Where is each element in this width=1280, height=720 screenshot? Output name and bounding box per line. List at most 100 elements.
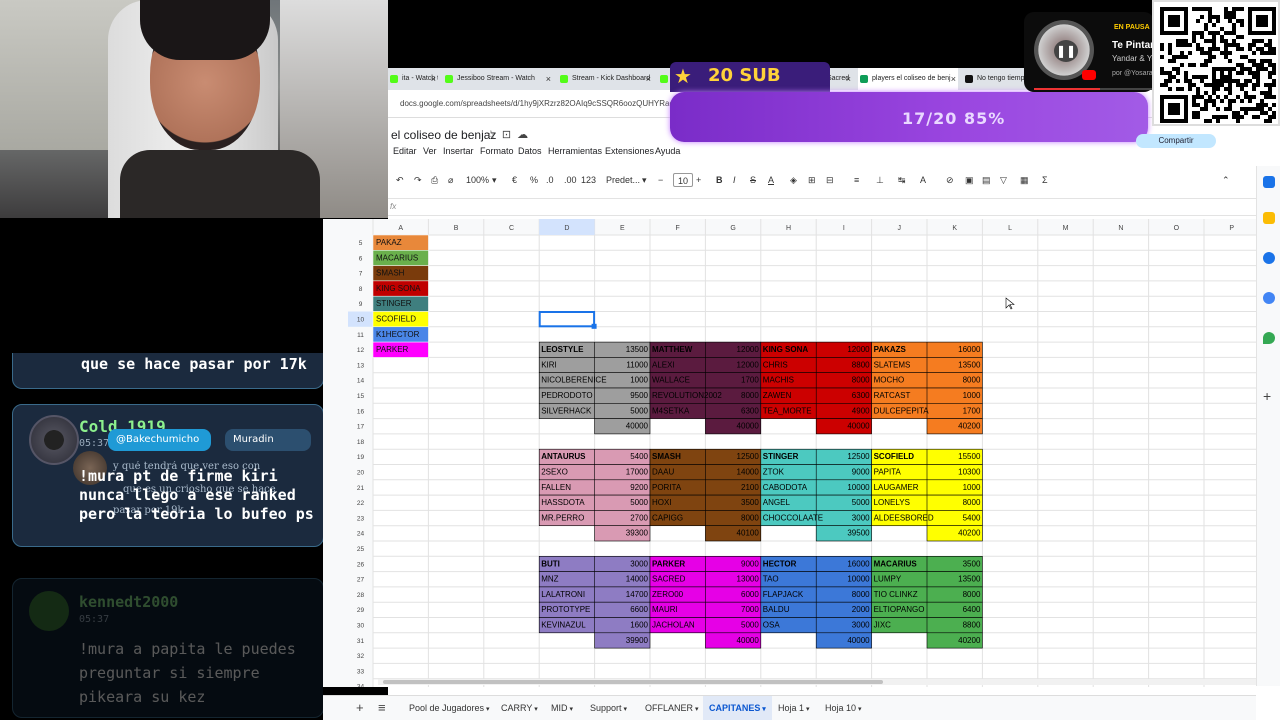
menu-datos[interactable]: Datos [518, 146, 542, 156]
move-icon[interactable]: ⊡ [502, 129, 517, 141]
text-color-icon[interactable]: A [768, 173, 774, 187]
scrollbar-thumb[interactable] [383, 680, 883, 684]
browser-tab[interactable]: Jessiboo Stream - Watch × [443, 68, 553, 90]
comment-icon[interactable]: ▣ [965, 173, 974, 187]
functions-icon[interactable]: Σ [1042, 173, 1048, 187]
team-value: 15500 [958, 452, 981, 461]
paint-format-icon[interactable]: ⌀ [448, 173, 453, 187]
close-icon[interactable]: × [646, 68, 651, 90]
team-value: 2100 [741, 483, 759, 492]
column-header: O [1174, 225, 1180, 232]
qr-module [1220, 79, 1224, 83]
sheet-tab[interactable]: CARRY ▾ [495, 696, 544, 720]
tasks-icon[interactable] [1263, 252, 1275, 264]
fill-handle[interactable] [591, 323, 597, 329]
undo-icon[interactable]: ↶ [396, 173, 404, 187]
qr-module [1204, 103, 1208, 107]
close-icon[interactable]: × [546, 68, 551, 90]
close-icon[interactable]: × [846, 68, 851, 90]
views-icon[interactable]: ▦ [1020, 173, 1029, 187]
team-captain: PAKAZS [874, 345, 907, 354]
sheet-tab[interactable]: MID ▾ [545, 696, 579, 720]
strikethrough-icon[interactable]: S [750, 173, 756, 187]
zoom-select[interactable]: 100% [466, 173, 489, 187]
chevron-down-icon[interactable]: ▾ [856, 706, 862, 713]
italic-icon[interactable]: I [733, 173, 736, 187]
fill-color-icon[interactable]: ◈ [790, 173, 797, 187]
browser-tab[interactable]: Stream - Kick Dashboard × [558, 68, 653, 90]
font-select[interactable]: Predet... [606, 173, 640, 187]
team-total: 40000 [847, 422, 870, 431]
menu-ayuda[interactable]: Ayuda [655, 146, 680, 156]
minus-icon[interactable]: − [658, 173, 663, 187]
share-button[interactable]: Compartir [1136, 134, 1216, 148]
redo-icon[interactable]: ↷ [414, 173, 422, 187]
font-size-input[interactable]: 10 [673, 173, 694, 187]
close-icon[interactable]: × [431, 68, 436, 90]
close-icon[interactable]: × [951, 68, 956, 90]
valign-icon[interactable]: ⊥ [876, 173, 884, 187]
qr-module [1260, 107, 1264, 111]
all-sheets-icon[interactable]: ≡ [378, 700, 386, 715]
qr-module [1216, 95, 1220, 99]
number-format-button[interactable]: 123 [581, 173, 596, 187]
sheet-tab[interactable]: Hoja 10 ▾ [819, 696, 868, 720]
menu-herramientas[interactable]: Herramientas [548, 146, 602, 156]
chevron-down-icon[interactable]: ▾ [532, 706, 538, 713]
chevron-up-icon[interactable]: ⌃ [1222, 173, 1230, 187]
chevron-down-icon[interactable]: ▾ [760, 706, 766, 713]
qr-module [1232, 23, 1236, 27]
link-icon[interactable]: ⊘ [946, 173, 954, 187]
add-addon-icon[interactable]: + [1263, 389, 1275, 403]
menu-extensiones[interactable]: Extensiones [605, 146, 654, 156]
browser-tab[interactable]: ita - Watch th× [388, 68, 438, 90]
plus-icon[interactable]: + [696, 173, 701, 187]
menu-formato[interactable]: Formato [480, 146, 514, 156]
cloud-icon[interactable]: ☁ [517, 129, 534, 141]
percent-button[interactable]: % [530, 173, 538, 187]
increase-decimal-button[interactable]: .00 [564, 173, 577, 187]
grid-canvas[interactable]: A B C D E F G H I J K L M N O P 5 6 7 8 9 10 11 12 13 14 15 16 17 18 1… [323, 219, 1256, 687]
merge-icon[interactable]: ⊟ [826, 173, 834, 187]
menu-insertar[interactable]: Insertar [443, 146, 474, 156]
chevron-down-icon[interactable]: ▾ [804, 706, 810, 713]
sheet-tab[interactable]: Support ▾ [584, 696, 633, 720]
currency-button[interactable]: € [512, 173, 517, 187]
wrap-icon[interactable]: ↹ [898, 173, 906, 187]
formula-bar[interactable]: fx [388, 198, 1280, 216]
bold-icon[interactable]: B [716, 173, 723, 187]
align-left-icon[interactable]: ≡ [854, 173, 859, 187]
sheet-tab[interactable]: Hoja 1 ▾ [772, 696, 815, 720]
calendar-icon[interactable] [1263, 176, 1275, 188]
filter-icon[interactable]: ▽ [1000, 173, 1007, 187]
chart-icon[interactable]: ▤ [982, 173, 991, 187]
borders-icon[interactable]: ⊞ [808, 173, 816, 187]
chevron-down-icon[interactable]: ▾ [622, 706, 627, 713]
menu-editar[interactable]: Editar [393, 146, 417, 156]
qr-module [1240, 23, 1244, 27]
sheet-tab[interactable]: Pool de Jugadores ▾ [403, 696, 496, 720]
print-icon[interactable]: ⎙ [431, 173, 438, 187]
decrease-decimal-button[interactable]: .0 [546, 173, 554, 187]
spreadsheet-grid[interactable]: A B C D E F G H I J K L M N O P 5 6 7 8 9 10 11 12 13 14 15 16 17 18 1… [323, 219, 1256, 687]
star-icon[interactable]: ☆ [486, 129, 502, 141]
qr-module [1188, 63, 1192, 67]
column-header: J [898, 225, 902, 232]
add-sheet-icon[interactable]: + [356, 700, 364, 715]
menu-ver[interactable]: Ver [423, 146, 437, 156]
chevron-down-icon[interactable]: ▾ [693, 706, 699, 713]
keep-icon[interactable] [1263, 212, 1275, 224]
selected-cell[interactable] [538, 311, 596, 328]
qr-module [1256, 67, 1260, 71]
browser-tab[interactable]: players el coliseo de benj × [858, 68, 958, 90]
sheet-tab[interactable]: CAPITANES ▾ [703, 696, 772, 720]
maps-icon[interactable] [1263, 332, 1275, 344]
qr-module [1196, 91, 1200, 95]
pause-icon[interactable]: ❚❚ [1054, 40, 1078, 62]
document-title[interactable]: el coliseo de benjaz [391, 128, 496, 142]
chevron-down-icon[interactable]: ▾ [568, 706, 573, 713]
contacts-icon[interactable] [1263, 292, 1275, 304]
rotate-icon[interactable]: A [920, 173, 926, 187]
sheet-tab[interactable]: OFFLANER ▾ [639, 696, 704, 720]
chevron-down-icon[interactable]: ▾ [484, 706, 490, 713]
